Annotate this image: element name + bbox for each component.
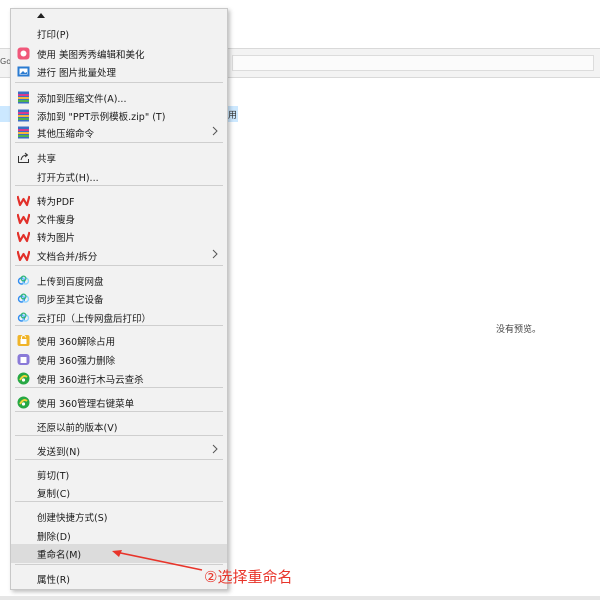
menu-item-10[interactable]: 转为图片: [11, 227, 227, 246]
preview-pane-message: 没有预览。: [496, 325, 542, 335]
unlock-360-icon: [17, 334, 30, 347]
selected-file-row-left[interactable]: [0, 106, 10, 122]
menu-item-20[interactable]: 发送到(N): [11, 441, 227, 460]
menu-item-label: 打印(P): [37, 30, 70, 41]
wps-icon: [16, 249, 31, 262]
menu-item-label: 使用 360进行木马云查杀: [37, 375, 144, 386]
chevron-right-icon: [212, 126, 218, 136]
menu-item-label: 还原以前的版本(V): [37, 423, 118, 434]
annotation-label: ②选择重命名: [204, 568, 293, 586]
meitu-icon: [17, 47, 30, 60]
menu-item-label: 删除(D): [37, 532, 71, 543]
menu-item-label: 使用 360解除占用: [37, 337, 116, 348]
menu-item-21[interactable]: 剪切(T): [11, 465, 227, 484]
menu-separator: [15, 265, 223, 266]
menu-item-label: 文档合并/拆分: [37, 252, 98, 263]
menu-separator: [15, 142, 223, 143]
menu-separator: [15, 325, 223, 326]
menu-item-0[interactable]: 打印(P): [11, 24, 227, 43]
menu-item-12[interactable]: 上传到百度网盘: [11, 271, 227, 290]
menu-separator: [15, 82, 223, 83]
wps-icon: [16, 194, 31, 207]
menu-item-18[interactable]: 使用 360管理右键菜单: [11, 393, 227, 412]
menu-item-label: 上传到百度网盘: [37, 277, 104, 288]
baidu-cloud-icon: [17, 292, 30, 305]
status-bar: [0, 596, 600, 600]
menu-item-11[interactable]: 文档合并/拆分: [11, 246, 227, 265]
menu-item-2[interactable]: 进行 图片批量处理: [11, 62, 227, 81]
menu-item-1[interactable]: 使用 美图秀秀编辑和美化: [11, 44, 227, 63]
menu-item-9[interactable]: 文件瘦身: [11, 209, 227, 228]
triangle-up-icon: [37, 13, 45, 18]
menu-scroll-up-button[interactable]: [11, 9, 227, 23]
menu-item-label: 其他压缩命令: [37, 129, 95, 140]
menu-item-label: 发送到(N): [37, 447, 81, 458]
baidu-cloud-icon: [17, 274, 30, 287]
menu-item-label: 打开方式(H)...: [37, 173, 99, 184]
menu-item-label: 文件瘦身: [37, 215, 76, 226]
menu-item-label: 复制(C): [37, 489, 71, 500]
menu-item-label: 使用 360管理右键菜单: [37, 399, 135, 410]
menu-item-label: 重命名(M): [37, 550, 82, 561]
winrar-icon: [17, 126, 30, 139]
menu-item-label: 使用 360强力删除: [37, 356, 116, 367]
chevron-right-icon: [212, 444, 218, 454]
menu-item-label: 使用 美图秀秀编辑和美化: [37, 50, 145, 61]
menu-item-label: 共享: [37, 154, 57, 165]
wps-icon: [16, 212, 31, 225]
menu-item-8[interactable]: 转为PDF: [11, 191, 227, 210]
menu-separator: [15, 387, 223, 388]
menu-item-6[interactable]: 共享: [11, 148, 227, 167]
shield-360-icon: [17, 396, 30, 409]
winrar-icon: [17, 91, 30, 104]
batch-image-icon: [17, 65, 30, 78]
menu-item-23[interactable]: 创建快捷方式(S): [11, 507, 227, 526]
menu-separator: [15, 501, 223, 502]
menu-item-7[interactable]: 打开方式(H)...: [11, 167, 227, 186]
menu-item-label: 转为PDF: [37, 197, 75, 208]
delete-360-icon: [17, 353, 30, 366]
menu-item-24[interactable]: 删除(D): [11, 526, 227, 545]
wps-icon: [16, 230, 31, 243]
menu-item-label: 剪切(T): [37, 471, 70, 482]
menu-item-26[interactable]: 属性(R): [11, 569, 227, 588]
address-bar-left: Go: [0, 48, 11, 78]
menu-item-label: 添加到 "PPT示例模板.zip" (T): [37, 112, 166, 123]
menu-item-5[interactable]: 其他压缩命令: [11, 123, 227, 142]
selected-file-fragment: 用: [228, 111, 238, 121]
menu-item-label: 属性(R): [37, 575, 71, 586]
menu-separator: [15, 185, 223, 186]
address-bar[interactable]: [228, 48, 600, 78]
menu-item-13[interactable]: 同步至其它设备: [11, 289, 227, 308]
winrar-icon: [17, 109, 30, 122]
context-menu: 打印(P) 使用 美图秀秀编辑和美化 进行 图片批量处理 添加到压缩文件(A)... 添…: [10, 8, 228, 590]
menu-item-label: 添加到压缩文件(A)...: [37, 94, 127, 105]
menu-item-15[interactable]: 使用 360解除占用: [11, 331, 227, 350]
chevron-right-icon: [212, 249, 218, 259]
menu-item-label: 创建快捷方式(S): [37, 513, 108, 524]
menu-item-label: 转为图片: [37, 233, 76, 244]
menu-item-label: 进行 图片批量处理: [37, 68, 117, 79]
menu-item-25[interactable]: 重命名(M): [11, 544, 227, 563]
baidu-cloud-icon: [17, 311, 30, 324]
menu-separator: [15, 435, 223, 436]
address-bar-input[interactable]: [232, 55, 594, 71]
menu-item-label: 云打印（上传网盘后打印）: [37, 314, 152, 325]
menu-separator: [15, 564, 223, 565]
menu-separator: [15, 459, 223, 460]
menu-item-label: 同步至其它设备: [37, 295, 104, 306]
menu-item-22[interactable]: 复制(C): [11, 483, 227, 502]
share-icon: [17, 151, 30, 164]
menu-item-19[interactable]: 还原以前的版本(V): [11, 417, 227, 436]
menu-item-17[interactable]: 使用 360进行木马云查杀: [11, 369, 227, 388]
menu-item-16[interactable]: 使用 360强力删除: [11, 350, 227, 369]
menu-item-3[interactable]: 添加到压缩文件(A)...: [11, 88, 227, 107]
menu-separator: [15, 411, 223, 412]
shield-360-icon: [17, 372, 30, 385]
